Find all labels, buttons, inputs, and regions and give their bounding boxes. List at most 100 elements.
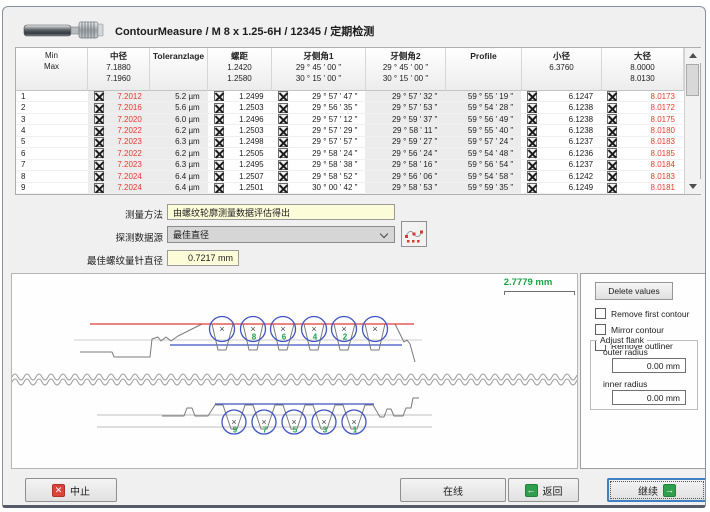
measure-checkbox[interactable]	[94, 160, 104, 170]
table-row[interactable]: 37.20206.0 µm1.249629 ° 57 ' 12 "29 ° 59…	[16, 114, 683, 125]
table-row[interactable]: 17.20125.2 µm1.249929 ° 57 ' 47 "29 ° 57…	[16, 91, 683, 102]
measure-checkbox[interactable]	[278, 137, 288, 147]
cell-minor-diameter: 6.1242	[521, 171, 601, 182]
cell-profile: 59 ° 59 ' 35 "	[445, 183, 521, 194]
measure-checkbox[interactable]	[527, 160, 537, 170]
table-row[interactable]: 27.20165.6 µm1.250329 ° 56 ' 35 "29 ° 57…	[16, 102, 683, 113]
measure-checkbox[interactable]	[278, 171, 288, 181]
cell-row-number: 5	[16, 137, 88, 148]
cell-value: 59 ° 56 ' 54 "	[445, 160, 521, 169]
measure-checkbox[interactable]	[278, 114, 288, 124]
remove-first-contour-option[interactable]: Remove first contour	[595, 307, 689, 320]
source-dropdown[interactable]: 最佳直径	[167, 226, 395, 243]
measure-checkbox[interactable]	[94, 103, 104, 113]
measure-checkbox[interactable]	[214, 126, 224, 136]
measure-checkbox[interactable]	[527, 103, 537, 113]
table-row[interactable]: 77.20236.3 µm1.249529 ° 58 ' 38 "29 ° 58…	[16, 160, 683, 171]
measure-checkbox[interactable]	[278, 91, 288, 101]
cell-value: 1.2496	[224, 115, 272, 124]
scrollbar-thumb[interactable]	[686, 64, 699, 96]
measure-checkbox[interactable]	[527, 183, 537, 193]
measure-checkbox[interactable]	[527, 126, 537, 136]
outer-radius-input[interactable]: 0.00 mm	[612, 358, 686, 373]
measure-checkbox[interactable]	[278, 183, 288, 193]
measure-checkbox[interactable]	[94, 171, 104, 181]
measure-checkbox[interactable]	[214, 91, 224, 101]
contour-tools-panel: Delete values Remove first contour Mirro…	[580, 273, 706, 469]
delete-values-button[interactable]: Delete values	[595, 282, 673, 300]
measure-checkbox[interactable]	[607, 148, 617, 158]
cell-row-number: 2	[16, 102, 88, 113]
measure-checkbox[interactable]	[214, 114, 224, 124]
cell-profile: 59 ° 54 ' 58 "	[445, 171, 521, 182]
triangle-up-icon	[689, 53, 697, 58]
measure-checkbox[interactable]	[278, 126, 288, 136]
continue-button[interactable]: 继续 →	[607, 478, 706, 502]
cell-minor-diameter: 6.1238	[521, 114, 601, 125]
table-header: MinMax中径7.18807.1960Toleranzlage螺距1.2420…	[16, 48, 700, 91]
remove-first-contour-checkbox[interactable]	[595, 308, 606, 319]
cell-pitch: 1.2495	[208, 160, 272, 171]
measure-checkbox[interactable]	[607, 137, 617, 147]
measure-checkbox[interactable]	[527, 171, 537, 181]
scroll-up-button[interactable]	[685, 48, 701, 63]
measure-checkbox[interactable]	[278, 148, 288, 158]
method-field[interactable]: 由螺纹轮廓测量数据评估得出	[167, 204, 395, 220]
pin-diameter-field[interactable]: 0.7217 mm	[167, 250, 239, 266]
measure-checkbox[interactable]	[94, 126, 104, 136]
outer-radius-label: outer radius	[603, 347, 648, 357]
measure-checkbox[interactable]	[607, 91, 617, 101]
table-scrollbar[interactable]	[684, 48, 700, 194]
abort-button[interactable]: ✕ 中止	[25, 478, 117, 502]
measure-checkbox[interactable]	[94, 183, 104, 193]
table-row[interactable]: 97.20246.4 µm1.250130 ° 00 ' 42 "29 ° 58…	[16, 183, 683, 194]
cell-value: 6.2 µm	[150, 126, 208, 135]
measure-checkbox[interactable]	[607, 126, 617, 136]
inner-radius-input[interactable]: 0.00 mm	[612, 390, 686, 405]
measure-checkbox[interactable]	[607, 114, 617, 124]
measure-checkbox[interactable]	[278, 160, 288, 170]
measure-checkbox[interactable]	[607, 171, 617, 181]
measure-checkbox[interactable]	[607, 160, 617, 170]
measure-checkbox[interactable]	[214, 160, 224, 170]
measure-checkbox[interactable]	[527, 137, 537, 147]
svg-text:9: 9	[233, 426, 238, 435]
measure-checkbox[interactable]	[278, 103, 288, 113]
cell-row-number: 7	[16, 160, 88, 171]
cell-value: 29 ° 57 ' 32 "	[365, 92, 445, 101]
cell-pitch-diameter: 7.2023	[88, 160, 150, 171]
contour-plot-area[interactable]: ××8×6×4×2××9×7×5×3×1 2.7779 mm	[11, 273, 578, 469]
column-header-pitch: 螺距1.24201.2580	[208, 48, 272, 91]
cell-value: 29 ° 59 ' 27 "	[365, 137, 445, 146]
mirror-contour-checkbox[interactable]	[595, 324, 606, 335]
back-button[interactable]: ← 返回	[508, 478, 579, 502]
source-dropdown-value: 最佳直径	[173, 228, 209, 241]
measure-checkbox[interactable]	[214, 137, 224, 147]
cell-pitch-diameter: 7.2024	[88, 183, 150, 194]
cell-profile: 59 ° 56 ' 54 "	[445, 160, 521, 171]
measure-checkbox[interactable]	[527, 114, 537, 124]
table-row[interactable]: 67.20226.2 µm1.250529 ° 58 ' 24 "29 ° 56…	[16, 148, 683, 159]
measure-checkbox[interactable]	[214, 103, 224, 113]
cell-value: 6.3 µm	[150, 160, 208, 169]
measure-checkbox[interactable]	[527, 91, 537, 101]
table-row[interactable]: 47.20226.2 µm1.250329 ° 57 ' 29 "29 ° 58…	[16, 125, 683, 136]
table-row[interactable]: 87.20246.4 µm1.250729 ° 58 ' 52 "29 ° 56…	[16, 171, 683, 182]
measure-checkbox[interactable]	[94, 114, 104, 124]
online-button[interactable]: 在线	[400, 478, 506, 502]
measure-checkbox[interactable]	[94, 91, 104, 101]
measure-checkbox[interactable]	[94, 137, 104, 147]
contour-measure-window: ContourMeasure / M 8 x 1.25-6H / 12345 /…	[2, 6, 706, 508]
measure-checkbox[interactable]	[527, 148, 537, 158]
measure-checkbox[interactable]	[607, 183, 617, 193]
cell-pitch-diameter: 7.2020	[88, 114, 150, 125]
measure-checkbox[interactable]	[94, 148, 104, 158]
measure-checkbox[interactable]	[214, 148, 224, 158]
scroll-down-button[interactable]	[685, 179, 701, 194]
probe-points-button[interactable]	[401, 221, 427, 247]
measure-checkbox[interactable]	[607, 103, 617, 113]
table-row[interactable]: 57.20236.3 µm1.249829 ° 57 ' 57 "29 ° 59…	[16, 137, 683, 148]
contour-plot[interactable]: ××8×6×4×2××9×7×5×3×1	[12, 274, 577, 468]
measure-checkbox[interactable]	[214, 183, 224, 193]
measure-checkbox[interactable]	[214, 171, 224, 181]
